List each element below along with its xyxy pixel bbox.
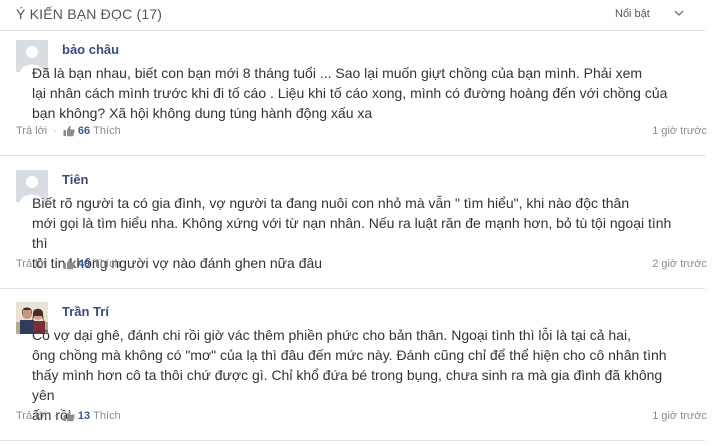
comment-timestamp: 2 giờ trước <box>652 258 707 270</box>
chevron-down-icon[interactable] <box>672 6 686 20</box>
comment-text-line: tôi tin không người vợ nào đánh ghen nữa… <box>32 255 323 271</box>
sort-dropdown-label[interactable]: Nổi bật <box>615 8 650 20</box>
separator-dot: · <box>53 410 57 422</box>
comments-section: Ý KIẾN BẠN ĐỌC (17) Nổi bật bảo châu Đã … <box>0 0 725 446</box>
thumbs-up-icon[interactable] <box>63 410 75 422</box>
comment-author[interactable]: Tiên <box>62 172 89 187</box>
comment-text-line: ấm rồi <box>32 407 71 423</box>
like-count: 49 <box>77 258 91 270</box>
reply-link[interactable]: Trả lời <box>16 125 47 137</box>
divider <box>0 288 705 289</box>
like-button[interactable]: Thích <box>93 258 121 270</box>
comment-text: Cô vợ dại ghê, đánh chi rồi giờ vác thêm… <box>32 325 687 425</box>
thumbs-up-icon[interactable] <box>63 258 75 270</box>
comment-timestamp: 1 giờ trước <box>652 410 707 422</box>
like-button[interactable]: Thích <box>93 410 121 422</box>
comments-title: Ý KIẾN BẠN ĐỌC (17) <box>16 6 163 22</box>
comment-text-line: ông chồng mà không có "mơ" của lạ thì đâ… <box>32 347 667 363</box>
comment-text-line: bạn không? Xã hội không dung túng hành đ… <box>32 105 373 121</box>
comment-actions: Trả lời · 49 Thích <box>16 258 121 270</box>
comment-text-line: lại nhân cách mình trước khi đi tố cáo .… <box>32 85 668 101</box>
like-count: 13 <box>77 410 91 422</box>
comment-actions: Trả lời · 13 Thích <box>16 410 121 422</box>
divider <box>0 155 705 156</box>
separator-dot: · <box>53 125 57 137</box>
comment-text-line: thấy mình hơn cô ta thôi chứ được gì. Ch… <box>32 367 663 403</box>
comment-actions: Trả lời · 66 Thích <box>16 125 121 137</box>
comment-text-line: Cô vợ dại ghê, đánh chi rồi giờ vác thêm… <box>32 327 631 343</box>
comments-header: Ý KIẾN BẠN ĐỌC (17) Nổi bật <box>0 0 705 31</box>
like-button[interactable]: Thích <box>93 125 121 137</box>
comment-text: Đã là bạn nhau, biết con bạn mới 8 tháng… <box>32 63 687 123</box>
comment-text: Biết rõ người ta có gia đình, vợ người t… <box>32 193 687 273</box>
divider <box>0 440 705 441</box>
comment-timestamp: 1 giờ trước <box>652 125 707 137</box>
comment-text-line: mới gọi là tìm hiểu nha. Không xứng với … <box>32 215 672 251</box>
like-count: 66 <box>77 125 91 137</box>
comment-text-line: Biết rõ người ta có gia đình, vợ người t… <box>32 195 630 211</box>
comment-author[interactable]: bảo châu <box>62 42 119 57</box>
thumbs-up-icon[interactable] <box>63 125 75 137</box>
comment-author[interactable]: Trần Trí <box>62 304 109 319</box>
reply-link[interactable]: Trả lời <box>16 410 47 422</box>
separator-dot: · <box>53 258 57 270</box>
reply-link[interactable]: Trả lời <box>16 258 47 270</box>
comment-text-line: Đã là bạn nhau, biết con bạn mới 8 tháng… <box>32 65 643 81</box>
